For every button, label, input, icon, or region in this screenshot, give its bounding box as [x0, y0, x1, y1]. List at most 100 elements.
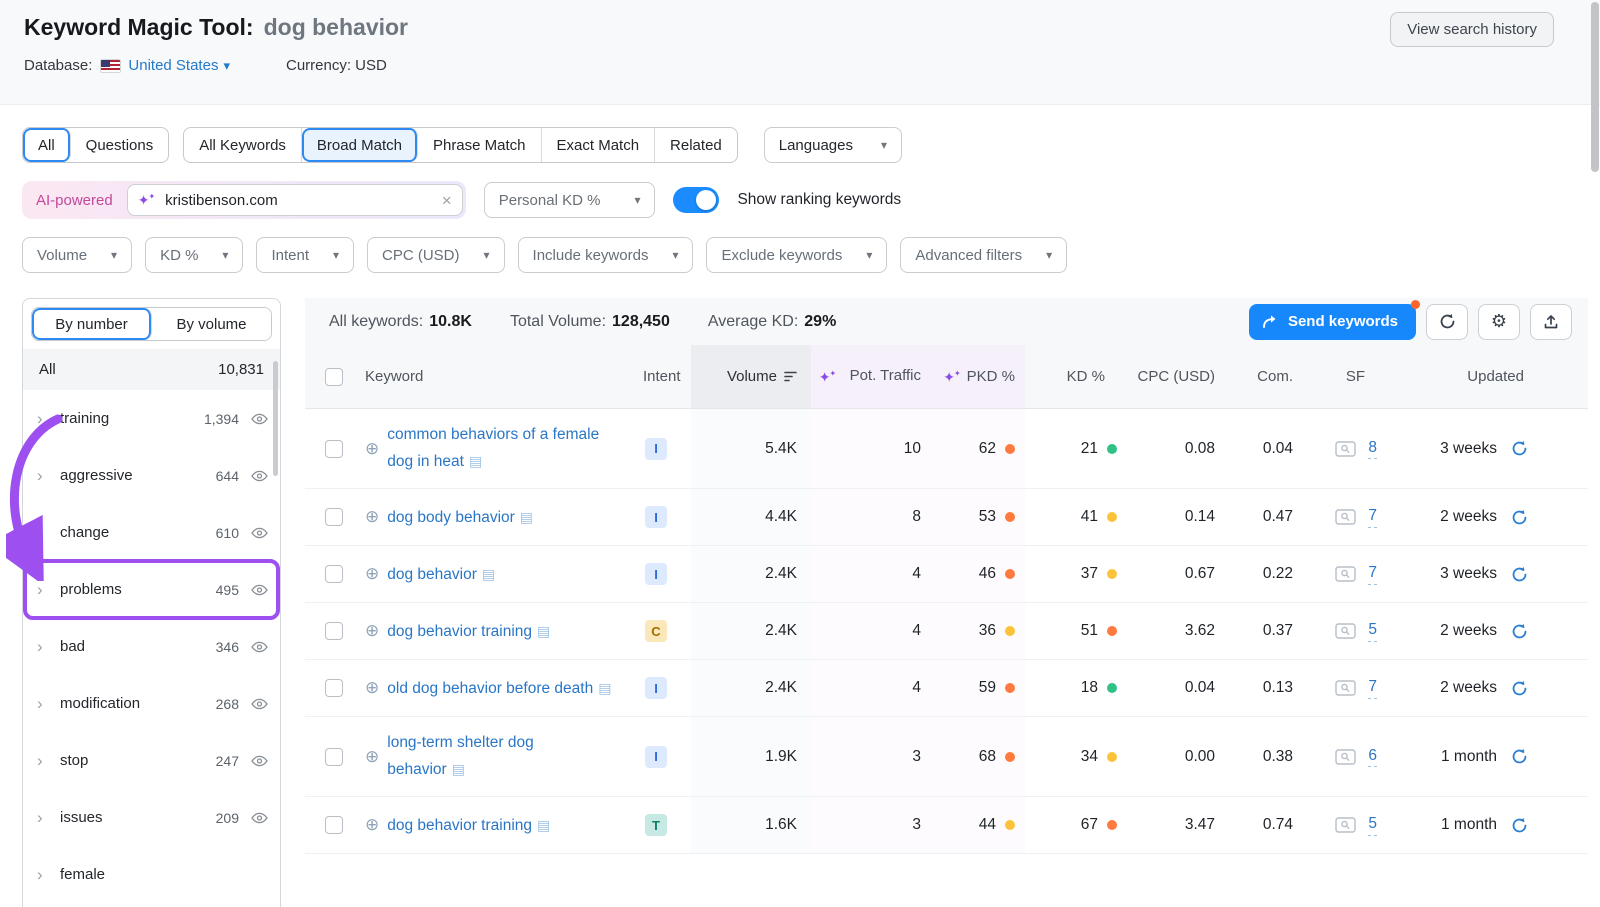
export-button[interactable]	[1530, 304, 1572, 340]
serp-features-icon[interactable]	[1335, 680, 1356, 696]
add-keyword-icon[interactable]: ⊕	[365, 813, 379, 837]
row-checkbox[interactable]	[325, 565, 343, 583]
chevron-right-icon[interactable]: ›	[37, 808, 53, 828]
tab-all-keywords[interactable]: All Keywords	[184, 128, 302, 162]
chevron-right-icon[interactable]: ›	[37, 409, 53, 429]
sf-count-link[interactable]: 7	[1368, 506, 1377, 527]
eye-icon[interactable]	[251, 527, 268, 539]
volume-filter[interactable]: Volume▾	[22, 237, 132, 273]
eye-icon[interactable]	[251, 641, 268, 653]
eye-icon[interactable]	[251, 698, 268, 710]
tab-questions[interactable]: Questions	[71, 128, 169, 162]
sf-count-link[interactable]: 7	[1368, 677, 1377, 698]
tab-all[interactable]: All	[23, 128, 71, 162]
serp-preview-icon[interactable]: ▤	[520, 509, 533, 525]
eye-icon[interactable]	[251, 812, 268, 824]
select-all-checkbox[interactable]	[325, 368, 343, 386]
sidebar-item-stop[interactable]: › stop 247	[23, 732, 280, 789]
personal-kd-dropdown[interactable]: Personal KD % ▾	[484, 182, 656, 218]
sidebar-item-modification[interactable]: › modification 268	[23, 675, 280, 732]
sidebar-item-change[interactable]: › change 610	[23, 504, 280, 561]
header-pot-traffic[interactable]: Pot. Traffic	[845, 345, 933, 408]
intent-filter[interactable]: Intent▾	[256, 237, 354, 273]
add-keyword-icon[interactable]: ⊕	[365, 745, 379, 769]
sf-count-link[interactable]: 8	[1368, 438, 1377, 459]
keyword-link[interactable]: dog behavior▤	[387, 561, 495, 588]
serp-preview-icon[interactable]: ▤	[469, 453, 482, 469]
eye-icon[interactable]	[251, 755, 268, 767]
cpc-filter[interactable]: CPC (USD)▾	[367, 237, 505, 273]
sf-count-link[interactable]: 6	[1368, 746, 1377, 767]
header-volume[interactable]: Volume	[691, 345, 811, 408]
database-selector[interactable]: United States ▾	[128, 57, 230, 74]
keyword-link[interactable]: old dog behavior before death▤	[387, 675, 611, 702]
serp-features-icon[interactable]	[1335, 509, 1356, 525]
add-keyword-icon[interactable]: ⊕	[365, 619, 379, 643]
view-search-history-button[interactable]: View search history	[1390, 12, 1554, 47]
keyword-link[interactable]: dog behavior training▤	[387, 618, 550, 645]
serp-preview-icon[interactable]: ▤	[482, 566, 495, 582]
keyword-link[interactable]: long-term shelter dog behavior▤	[387, 730, 615, 783]
clear-input-icon[interactable]: ×	[442, 192, 452, 209]
keyword-link[interactable]: dog behavior training▤	[387, 812, 550, 839]
row-checkbox[interactable]	[325, 508, 343, 526]
chevron-right-icon[interactable]: ›	[37, 523, 53, 543]
languages-dropdown[interactable]: Languages ▾	[764, 127, 902, 163]
chevron-right-icon[interactable]: ›	[37, 637, 53, 657]
show-ranking-keywords-toggle[interactable]	[673, 187, 719, 213]
refresh-metrics-icon[interactable]	[1511, 817, 1528, 834]
tab-related[interactable]: Related	[655, 128, 737, 162]
row-checkbox[interactable]	[325, 816, 343, 834]
header-pkd[interactable]: ✦✦ PKD %	[933, 345, 1025, 408]
tab-broad-match[interactable]: Broad Match	[302, 128, 418, 162]
sidebar-item-all[interactable]: All 10,831	[23, 349, 280, 390]
exclude-keywords-filter[interactable]: Exclude keywords▾	[706, 237, 887, 273]
add-keyword-icon[interactable]: ⊕	[365, 676, 379, 700]
row-checkbox[interactable]	[325, 679, 343, 697]
refresh-metrics-icon[interactable]	[1511, 680, 1528, 697]
refresh-metrics-icon[interactable]	[1511, 440, 1528, 457]
sidebar-item-issues[interactable]: › issues 209	[23, 789, 280, 846]
keyword-link[interactable]: common behaviors of a female dog in heat…	[387, 422, 615, 475]
header-keyword[interactable]: Keyword	[365, 345, 635, 408]
refresh-metrics-icon[interactable]	[1511, 748, 1528, 765]
serp-preview-icon[interactable]: ▤	[598, 680, 611, 696]
table-settings-button[interactable]: ⚙	[1478, 304, 1520, 340]
domain-input[interactable]: ✦✦ kristibenson.com ×	[127, 184, 463, 216]
sf-count-link[interactable]: 5	[1368, 620, 1377, 641]
advanced-filters[interactable]: Advanced filters▾	[900, 237, 1067, 273]
eye-icon[interactable]	[251, 470, 268, 482]
by-number-button[interactable]: By number	[32, 308, 152, 340]
by-volume-button[interactable]: By volume	[152, 308, 271, 340]
sidebar-scrollbar[interactable]	[273, 361, 278, 476]
sf-count-link[interactable]: 7	[1368, 563, 1377, 584]
chevron-right-icon[interactable]: ›	[37, 694, 53, 714]
refresh-metrics-icon[interactable]	[1511, 623, 1528, 640]
refresh-metrics-icon[interactable]	[1511, 566, 1528, 583]
sidebar-item-problems[interactable]: › problems 495	[23, 561, 280, 618]
serp-features-icon[interactable]	[1335, 623, 1356, 639]
tab-phrase-match[interactable]: Phrase Match	[418, 128, 542, 162]
keyword-link[interactable]: dog body behavior▤	[387, 504, 533, 531]
chevron-right-icon[interactable]: ›	[37, 751, 53, 771]
include-keywords-filter[interactable]: Include keywords▾	[518, 237, 694, 273]
sidebar-item-aggressive[interactable]: › aggressive 644	[23, 447, 280, 504]
serp-features-icon[interactable]	[1335, 817, 1356, 833]
serp-features-icon[interactable]	[1335, 749, 1356, 765]
eye-icon[interactable]	[251, 413, 268, 425]
sidebar-item-bad[interactable]: › bad 346	[23, 618, 280, 675]
page-scrollbar[interactable]	[1591, 2, 1599, 172]
refresh-metrics-icon[interactable]	[1511, 509, 1528, 526]
row-checkbox[interactable]	[325, 748, 343, 766]
send-keywords-button[interactable]: Send keywords	[1249, 304, 1416, 340]
header-updated[interactable]: Updated	[1395, 345, 1572, 408]
serp-features-icon[interactable]	[1335, 441, 1356, 457]
header-sf[interactable]: SF	[1305, 345, 1395, 408]
chevron-right-icon[interactable]: ›	[37, 466, 53, 486]
header-com[interactable]: Com.	[1227, 345, 1305, 408]
eye-icon[interactable]	[251, 584, 268, 596]
serp-preview-icon[interactable]: ▤	[537, 817, 550, 833]
header-cpc[interactable]: CPC (USD)	[1127, 345, 1227, 408]
serp-preview-icon[interactable]: ▤	[452, 761, 465, 777]
sidebar-item-female[interactable]: › female	[23, 846, 280, 903]
